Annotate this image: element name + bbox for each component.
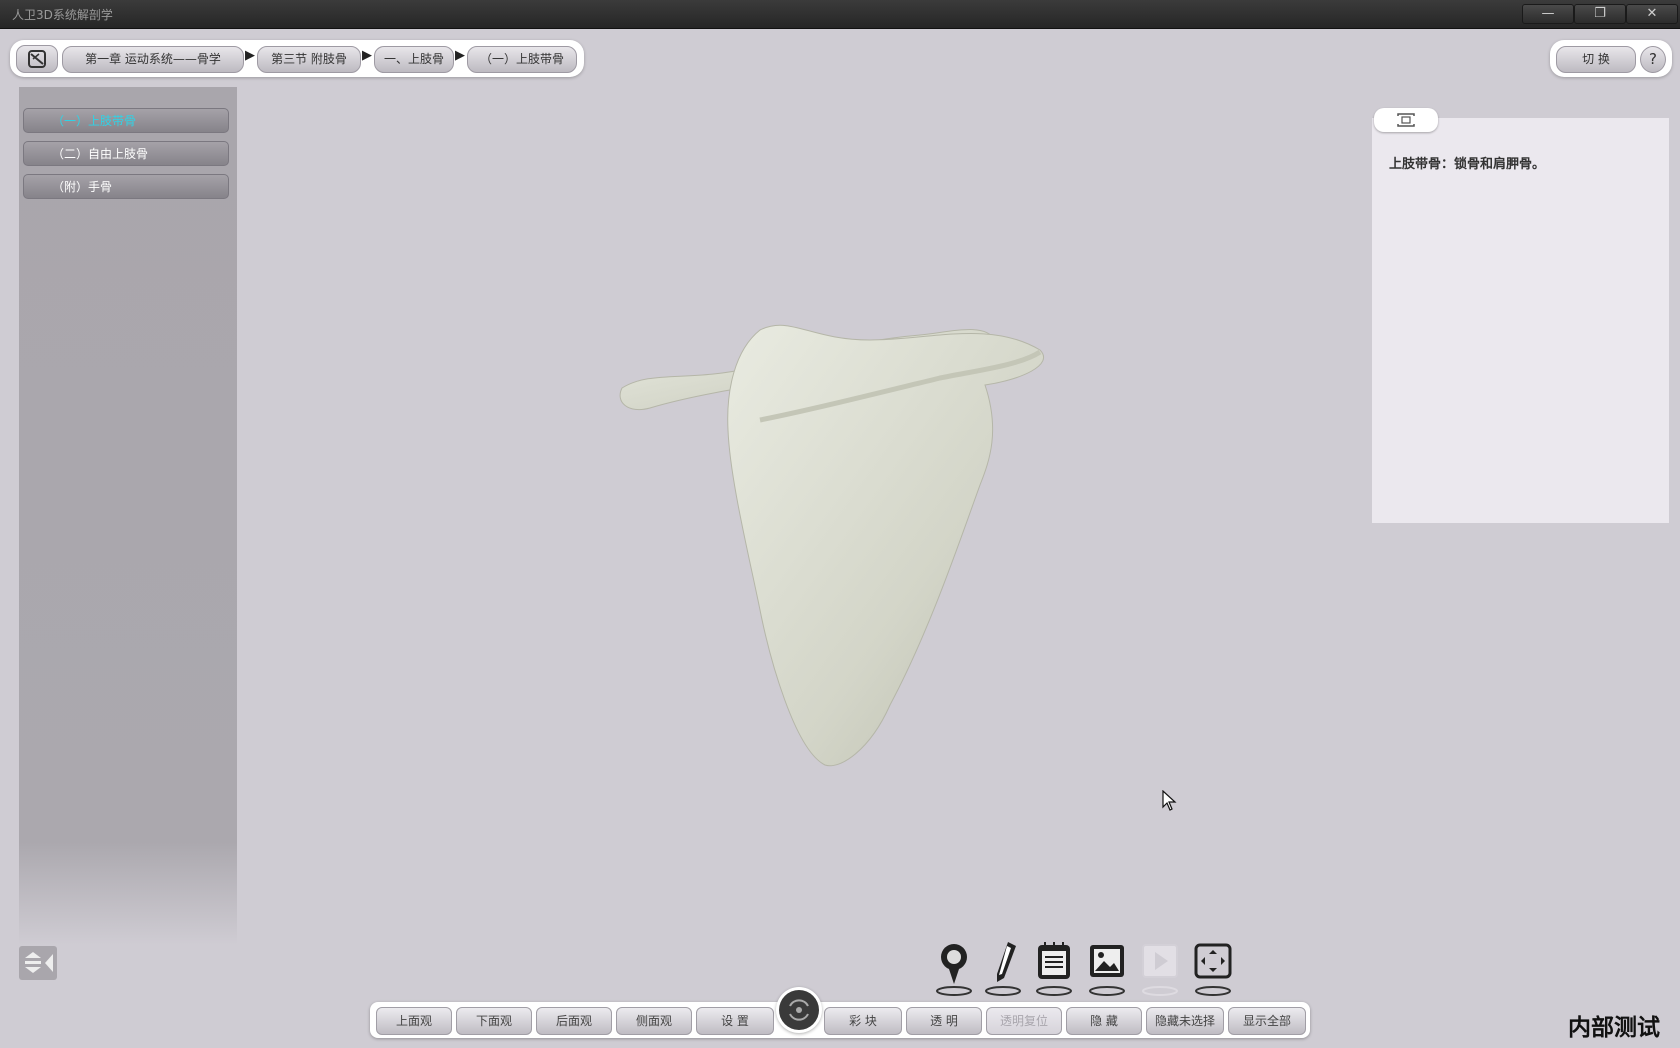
mouse-cursor-icon [1162,790,1177,811]
show-all-button[interactable]: 显示全部 [1228,1007,1306,1035]
info-panel [1372,118,1669,523]
pencil-icon [985,942,1021,996]
image-tool[interactable] [1084,940,1130,998]
logo-icon [28,50,46,68]
transparent-reset-button[interactable]: 透明复位 [986,1007,1062,1035]
collapse-sidebar-button[interactable] [19,946,57,980]
bone-model-3d[interactable] [610,310,1090,780]
sidebar: （一）上肢带骨 （二）自由上肢骨 （附）手骨 [19,87,237,945]
play-icon [1142,944,1178,996]
fullscreen-icon [1194,943,1232,996]
rotate-icon [779,990,819,1030]
notepad-icon [1036,942,1072,996]
fullscreen-tool[interactable] [1190,940,1236,998]
bottom-view-button[interactable]: 下面观 [456,1007,532,1035]
watermark-label: 内部测试 [1568,1015,1660,1041]
sidebar-item-shoulder-girdle[interactable]: （一）上肢带骨 [23,108,229,133]
transparent-button[interactable]: 透 明 [906,1007,982,1035]
settings-button[interactable]: 设 置 [696,1007,774,1035]
switch-button[interactable]: 切 换 [1556,46,1636,73]
top-view-button[interactable]: 上面观 [376,1007,452,1035]
minimize-button[interactable]: — [1522,4,1574,24]
hide-unselected-button[interactable]: 隐藏未选择 [1146,1007,1224,1035]
breadcrumb-section[interactable]: 第三节 附肢骨 [257,46,361,73]
breadcrumb: 第一章 运动系统——骨学 ▶ 第三节 附肢骨 ▶ 一、上肢骨 ▶ （一）上肢带骨 [10,40,584,77]
breadcrumb-separator: ▶ [362,48,372,63]
breadcrumb-separator: ▶ [245,48,255,63]
window-titlebar: 人卫3D系统解剖学 — ❐ ✕ [0,0,1680,29]
image-icon [1089,945,1125,996]
collapse-icon [25,952,53,973]
info-panel-expand-tab[interactable] [1374,108,1438,132]
switch-help-bar: 切 换 ? [1550,40,1672,77]
expand-icon [1397,113,1415,127]
breadcrumb-separator: ▶ [455,48,465,63]
color-block-button[interactable]: 彩 块 [824,1007,902,1035]
pencil-tool[interactable] [980,940,1026,998]
notepad-tool[interactable] [1031,940,1077,998]
pin-icon [936,944,972,996]
rotate-button[interactable] [776,987,822,1033]
info-description: 上肢带骨：锁骨和肩胛骨。 [1389,157,1546,172]
breadcrumb-current[interactable]: （一）上肢带骨 [467,46,577,73]
breadcrumb-chapter[interactable]: 第一章 运动系统——骨学 [62,46,244,73]
bottom-toolbar: 上面观 下面观 后面观 侧面观 设 置 彩 块 透 明 透明复位 隐 藏 隐藏未… [370,1002,1310,1038]
pin-tool[interactable] [931,940,977,998]
hide-button[interactable]: 隐 藏 [1066,1007,1142,1035]
sidebar-item-free-upper-limb[interactable]: （二）自由上肢骨 [23,141,229,166]
sidebar-item-hand-bones[interactable]: （附）手骨 [23,174,229,199]
side-view-button[interactable]: 侧面观 [616,1007,692,1035]
app-title: 人卫3D系统解剖学 [12,8,113,22]
back-view-button[interactable]: 后面观 [536,1007,612,1035]
close-button[interactable]: ✕ [1626,4,1678,24]
breadcrumb-subsection[interactable]: 一、上肢骨 [374,46,454,73]
home-button[interactable] [16,45,58,73]
help-button[interactable]: ? [1640,46,1666,73]
restore-button[interactable]: ❐ [1574,4,1626,24]
play-tool[interactable] [1137,940,1183,998]
